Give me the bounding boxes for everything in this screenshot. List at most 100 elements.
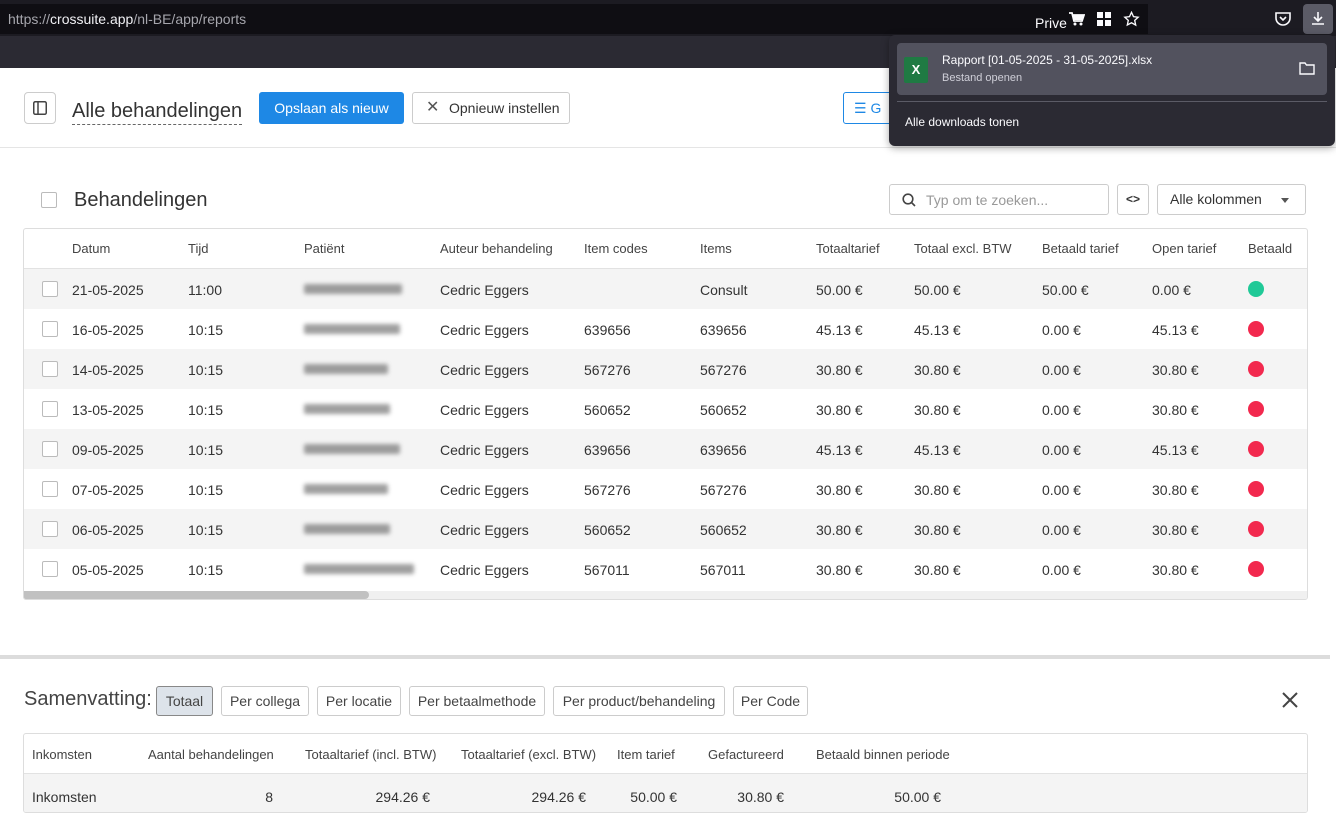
summary-column-header: Inkomsten — [32, 747, 92, 762]
summary-column-header: Betaald binnen periode — [816, 747, 950, 762]
table-row[interactable]: 14-05-2025 10:15 Cedric Eggers 567276 567276… — [24, 349, 1307, 389]
row-checkbox[interactable] — [42, 481, 58, 497]
summary-header: Inkomsten Aantal behandelingen Totaaltar… — [24, 734, 1307, 774]
select-all-checkbox[interactable] — [41, 192, 57, 208]
column-header[interactable]: Items — [700, 241, 732, 256]
folder-icon[interactable] — [1299, 61, 1315, 75]
cell-totaaltarief: 30.80 € — [816, 482, 863, 498]
column-header[interactable]: Betaald tarief — [1042, 241, 1119, 256]
sidebar-toggle-button[interactable] — [24, 92, 56, 124]
cell-item-codes: 567011 — [584, 562, 630, 578]
close-icon: ✕ — [426, 99, 440, 116]
cell-tijd: 11:00 — [188, 282, 222, 298]
cell-totaaltarief: 30.80 € — [816, 562, 863, 578]
download-icon — [1312, 12, 1324, 25]
cell-auteur: Cedric Eggers — [440, 482, 529, 498]
column-header[interactable]: Totaal excl. BTW — [914, 241, 1012, 256]
table-row[interactable]: 21-05-2025 11:00 Cedric Eggers Consult 50.00… — [24, 269, 1307, 309]
row-checkbox[interactable] — [42, 281, 58, 297]
row-checkbox[interactable] — [42, 401, 58, 417]
cell-auteur: Cedric Eggers — [440, 442, 529, 458]
column-header[interactable]: Datum — [72, 241, 110, 256]
payment-status-dot — [1248, 321, 1264, 337]
column-header[interactable]: Item codes — [584, 241, 648, 256]
cell-item-codes: 567276 — [584, 482, 631, 498]
patient-name-redacted — [304, 484, 388, 494]
summary-tab-per-product[interactable]: Per product/behandeling — [553, 686, 725, 716]
cell-datum: 16-05-2025 — [72, 322, 144, 338]
row-checkbox[interactable] — [42, 441, 58, 457]
cell-betaald-tarief: 0.00 € — [1042, 522, 1081, 538]
patient-name-redacted — [304, 404, 390, 414]
row-checkbox[interactable] — [42, 521, 58, 537]
column-header[interactable]: Patiënt — [304, 241, 344, 256]
table-row[interactable]: 13-05-2025 10:15 Cedric Eggers 560652 560652… — [24, 389, 1307, 429]
table-row[interactable]: 16-05-2025 10:15 Cedric Eggers 639656 639656… — [24, 309, 1307, 349]
cell-betaald-tarief: 50.00 € — [1042, 282, 1089, 298]
summary-tab-per-code[interactable]: Per Code — [733, 686, 808, 716]
summary-tab-per-betaalmethode[interactable]: Per betaalmethode — [409, 686, 545, 716]
page-title[interactable]: Alle behandelingen — [72, 100, 243, 125]
table-row[interactable]: 09-05-2025 10:15 Cedric Eggers 639656 639656… — [24, 429, 1307, 469]
extensions-icon[interactable] — [1097, 12, 1111, 30]
columns-select-value: Alle kolommen — [1170, 191, 1262, 207]
code-toggle-button[interactable]: <> — [1117, 184, 1149, 215]
download-item[interactable]: X Rapport [01-05-2025 - 31-05-2025].xlsx… — [897, 43, 1327, 95]
table-row[interactable]: 07-05-2025 10:15 Cedric Eggers 567276 567276… — [24, 469, 1307, 509]
cell-item-codes: 560652 — [584, 522, 631, 538]
cell-totaaltarief: 30.80 € — [816, 402, 863, 418]
summary-cell: 50.00 € — [630, 789, 677, 805]
private-label: Prive — [1035, 15, 1067, 31]
url-bar[interactable]: https://crossuite.app/nl-BE/app/reports … — [0, 4, 1148, 34]
cell-totaaltarief: 30.80 € — [816, 522, 863, 538]
search-box[interactable] — [889, 184, 1109, 215]
cell-open-tarief: 30.80 € — [1152, 402, 1199, 418]
cell-totaal-excl: 30.80 € — [914, 562, 961, 578]
table-row[interactable]: 06-05-2025 10:15 Cedric Eggers 560652 560652… — [24, 509, 1307, 549]
cell-item-codes: 639656 — [584, 442, 631, 458]
row-checkbox[interactable] — [42, 321, 58, 337]
cell-auteur: Cedric Eggers — [440, 362, 529, 378]
search-input[interactable] — [926, 190, 1101, 210]
summary-tab-per-collega[interactable]: Per collega — [221, 686, 309, 716]
patient-name-redacted — [304, 444, 400, 454]
cell-tijd: 10:15 — [188, 442, 224, 458]
column-header[interactable]: Betaald — [1248, 241, 1292, 256]
columns-select[interactable]: Alle kolommen — [1157, 184, 1306, 215]
cell-datum: 13-05-2025 — [72, 402, 144, 418]
column-header[interactable]: Open tarief — [1152, 241, 1216, 256]
column-header[interactable]: Totaaltarief — [816, 241, 880, 256]
save-as-new-button[interactable]: Opslaan als nieuw — [259, 92, 404, 124]
cell-tijd: 10:15 — [188, 562, 224, 578]
show-all-downloads-link[interactable]: Alle downloads tonen — [905, 115, 1019, 129]
summary-column-header: Item tarief — [617, 747, 675, 762]
close-summary-icon[interactable] — [1280, 690, 1300, 710]
chevron-down-icon — [1281, 198, 1289, 203]
row-checkbox[interactable] — [42, 561, 58, 577]
summary-cell: 8 — [265, 789, 273, 805]
cell-items: Consult — [700, 282, 748, 298]
summary-tab-per-locatie[interactable]: Per locatie — [317, 686, 401, 716]
column-header[interactable]: Tijd — [188, 241, 208, 256]
bookmark-star-icon[interactable] — [1123, 10, 1140, 31]
column-header[interactable]: Auteur behandeling — [440, 241, 553, 256]
cell-betaald-tarief: 0.00 € — [1042, 562, 1081, 578]
summary-cell: Inkomsten — [32, 789, 97, 805]
downloads-button[interactable] — [1303, 4, 1333, 34]
summary-row: Inkomsten 8 294.26 € 294.26 € 50.00 € 30… — [24, 774, 1307, 812]
cell-datum: 09-05-2025 — [72, 442, 144, 458]
cell-open-tarief: 0.00 € — [1152, 282, 1191, 298]
summary-tab-totaal[interactable]: Totaal — [156, 686, 213, 716]
pocket-icon[interactable] — [1275, 11, 1291, 30]
cell-items: 560652 — [700, 402, 747, 418]
cell-datum: 05-05-2025 — [72, 562, 144, 578]
divider — [897, 101, 1327, 102]
cart-icon — [1068, 11, 1086, 31]
cell-auteur: Cedric Eggers — [440, 562, 529, 578]
row-checkbox[interactable] — [42, 361, 58, 377]
reset-button[interactable]: ✕ Opnieuw instellen — [412, 92, 570, 124]
table-row[interactable]: 05-05-2025 10:15 Cedric Eggers 567011 567011… — [24, 549, 1307, 589]
scrollbar-thumb[interactable] — [24, 591, 369, 599]
summary-column-header: Gefactureerd — [708, 747, 784, 762]
cell-tijd: 10:15 — [188, 522, 224, 538]
